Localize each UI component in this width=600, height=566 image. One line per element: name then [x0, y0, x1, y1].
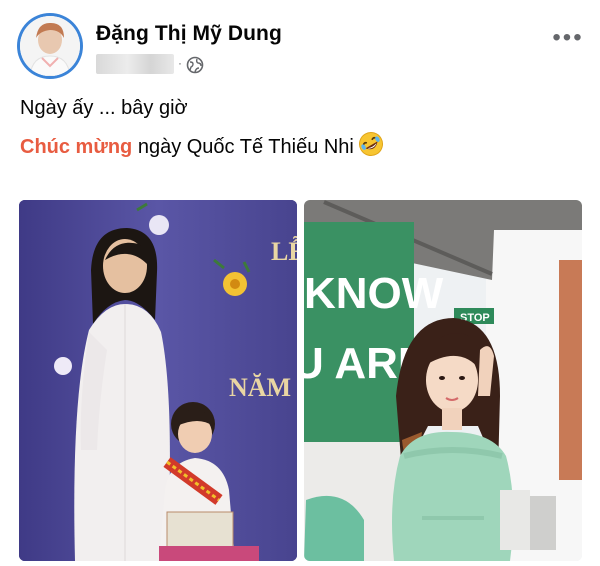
facebook-post: Đặng Thị Mỹ Dung · ••• Ngày ấy ... bây g… [0, 0, 600, 566]
blurred-timestamp [96, 54, 174, 74]
highlighted-text[interactable]: Chúc mừng [20, 136, 132, 158]
wall-text-1: KNOW [304, 269, 444, 318]
author-name[interactable]: Đặng Thị Mỹ Dung [96, 22, 282, 46]
photo-now-image: KNOW U ARE? STOP [304, 200, 582, 561]
photo-then[interactable]: LỄ NĂM [19, 200, 297, 561]
more-options-icon[interactable]: ••• [548, 26, 588, 50]
banner-text-1: LỄ [271, 237, 297, 266]
post-text-rest: ngày Quốc Tế Thiếu Nhi [132, 136, 354, 158]
post-meta: · [96, 54, 216, 76]
avatar-image [20, 16, 80, 76]
photo-now[interactable]: KNOW U ARE? STOP [304, 200, 582, 561]
photo-then-image: LỄ NĂM [19, 200, 297, 561]
meta-separator: · [178, 56, 182, 70]
globe-icon[interactable] [186, 56, 204, 74]
post-text-line-2: Chúc mừng ngày Quốc Tế Thiếu Nhi [20, 131, 384, 159]
author-avatar[interactable] [20, 16, 80, 76]
post-text-line-1: Ngày ấy ... bây giờ [20, 97, 188, 119]
rolling-on-floor-laughing-emoji [358, 132, 383, 156]
banner-text-2: NĂM [229, 373, 291, 402]
